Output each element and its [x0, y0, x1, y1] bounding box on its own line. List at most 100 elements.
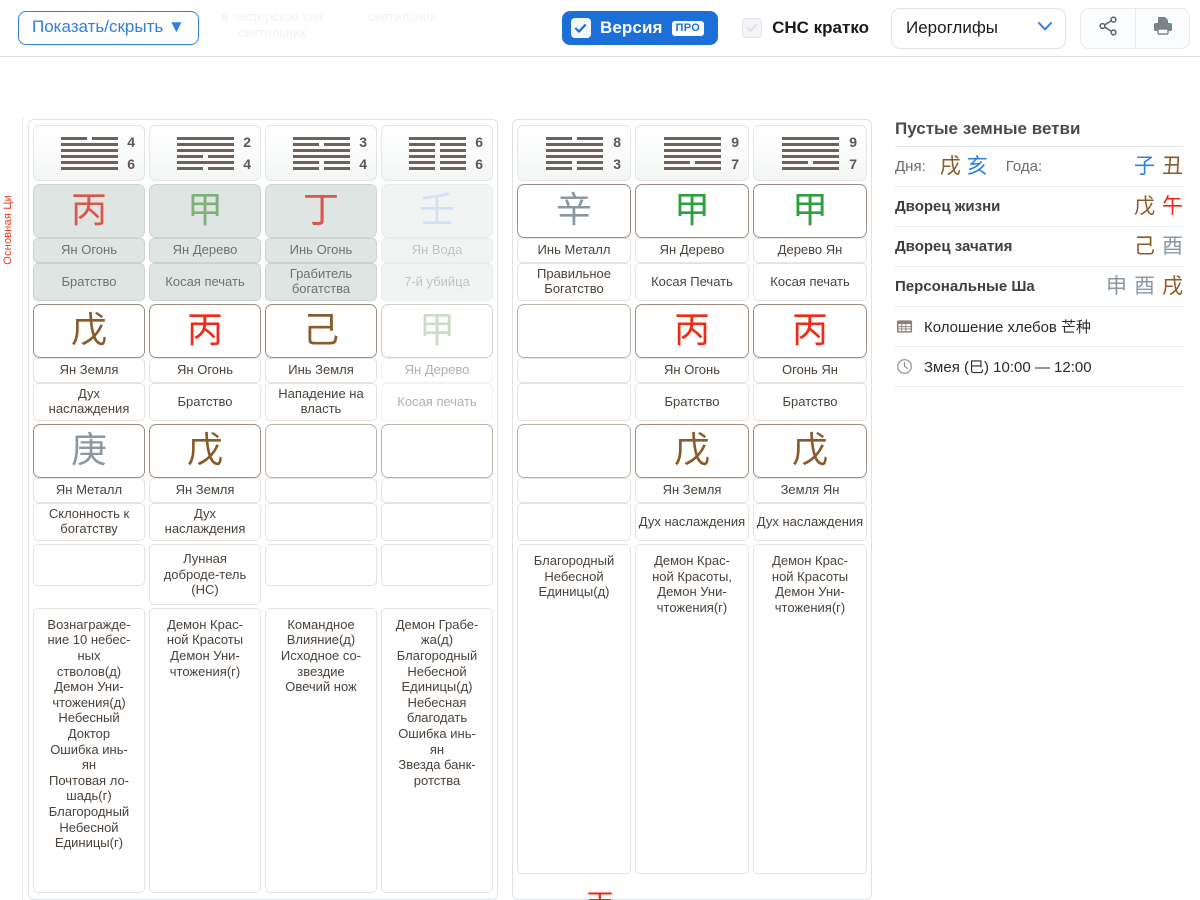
stem-character-cell[interactable]: 丁	[265, 184, 377, 238]
star-note-lines: Вознагражде-ние 10 небес-ных стволов(д) Де…	[47, 617, 130, 851]
pillar-column: 丙 Ян Огонь Братство	[149, 304, 261, 421]
hexagram-yin-line	[545, 166, 572, 170]
star-note-line: Единицы(г)	[54, 835, 124, 851]
stem-character-cell[interactable]: 丙	[33, 184, 145, 238]
stem-character-cell[interactable]: 丙	[753, 304, 867, 358]
stem-character-cell[interactable]: 戊	[753, 424, 867, 478]
stem-character-cell[interactable]: 庚	[33, 424, 145, 478]
star-note-column: Демон Крас-ной Красоты Демон Уни-чтожения…	[753, 544, 867, 874]
star-note-line: Благородный	[533, 553, 615, 568]
hexagram-line	[408, 154, 466, 158]
pillar-column: 辛 Инь Металл Правильное Богатство	[517, 184, 631, 301]
stem-row-3: 戊 Ян Земля Дух наслаждения 戊 Земля Ян Дух нас…	[517, 424, 867, 541]
hexagram-tile[interactable]: 66	[381, 125, 493, 181]
personal-sha-label: Персональные Ша	[895, 278, 1035, 295]
show-hide-button[interactable]: Показать/скрыть ▼	[18, 11, 199, 45]
hexagram-yin-line	[292, 166, 319, 170]
hexagram-yang-line	[60, 154, 118, 158]
hexagram-line	[292, 148, 350, 152]
small-note-row: Лунная доброде-тель (НС)	[33, 544, 493, 605]
hexagram-number-top: 2	[243, 134, 251, 150]
pillar-column: 壬 Ян Вода 7-й убийца	[381, 184, 493, 301]
year-branches: 子丑	[1134, 156, 1183, 177]
pillar-column: 戊 Ян Земля Дух наслаждения	[635, 424, 749, 541]
hexagram-yang-line	[292, 154, 350, 158]
pillar-column: 甲 Ян Дерево Косая печать	[381, 304, 493, 421]
relation-label-cell: Дух наслаждения	[149, 503, 261, 541]
hexagram-tile[interactable]: 34	[265, 125, 377, 181]
star-note-line: Демон Крас-	[772, 553, 848, 568]
star-note-line: Благородный	[396, 647, 478, 663]
hexagram-tile[interactable]: 97	[635, 125, 749, 181]
element-label-cell: Ян Огонь	[635, 358, 749, 383]
stem-character-cell[interactable]: 丙	[635, 304, 749, 358]
stem-character-cell[interactable]: 壬	[381, 184, 493, 238]
sns-short-label: СНС кратко	[772, 18, 869, 37]
hexagram-yin-line	[292, 160, 319, 164]
calendar-icon	[895, 317, 914, 336]
hexagram-yang-line	[60, 142, 118, 146]
stem-character-cell[interactable]	[517, 304, 631, 358]
element-label-cell: Ян Вода	[381, 238, 493, 263]
hexagram-yang-line	[663, 142, 721, 146]
hexagram-line	[408, 160, 466, 164]
hexagram-yin-line	[408, 142, 435, 146]
diagram-top-char-wrap: 丙 壬 丁	[470, 892, 730, 900]
hexagram-yin-line	[323, 160, 350, 164]
branch-character: 子	[1134, 154, 1155, 178]
stem-character-cell[interactable]: 戊	[635, 424, 749, 478]
stem-character: 己	[302, 310, 339, 351]
small-note-cell	[33, 544, 145, 586]
hexagram-yin-line	[439, 160, 466, 164]
stem-character-cell[interactable]: 己	[265, 304, 377, 358]
stem-character-cell[interactable]: 甲	[149, 184, 261, 238]
share-button[interactable]	[1080, 7, 1135, 49]
hexagram-line	[781, 142, 839, 146]
star-note-column: Вознагражде-ние 10 небес-ных стволов(д) Де…	[33, 607, 145, 893]
display-mode-select[interactable]: Иероглифы	[891, 7, 1066, 49]
sns-short-checkbox[interactable]: СНС кратко	[742, 18, 869, 38]
stem-character-cell[interactable]	[265, 424, 377, 478]
stem-character-cell[interactable]: 甲	[635, 184, 749, 238]
hexagram-row: 46243466	[33, 125, 493, 181]
hexagram-tile[interactable]: 97	[753, 125, 867, 181]
hexagram-tile[interactable]: 46	[33, 125, 145, 181]
star-note-line: Небесной	[59, 819, 119, 835]
star-note-line: жа(д)	[420, 632, 454, 648]
stem-character-cell[interactable]: 辛	[517, 184, 631, 238]
star-note-line: благодать	[406, 710, 468, 726]
star-note-cell: Демон Крас-ной Красоты Демон Уни-чтожения…	[149, 607, 261, 893]
hexagram-tile[interactable]: 24	[149, 125, 261, 181]
hexagram-tile[interactable]: 83	[517, 125, 631, 181]
stem-character-cell[interactable]: 甲	[381, 304, 493, 358]
star-note-lines: Командное Влияние(д) Исходное со-звездие Ов…	[281, 617, 361, 695]
hexagram-line	[781, 166, 839, 170]
star-note-line: Небесной	[544, 568, 604, 584]
stem-character-cell[interactable]: 戊	[33, 304, 145, 358]
star-note-line: Вознагражде-	[47, 616, 131, 632]
element-label-cell	[381, 478, 493, 503]
hexagram-yang-line	[176, 142, 234, 146]
stem-character-cell[interactable]	[517, 424, 631, 478]
stem-character-cell[interactable]: 丙	[149, 304, 261, 358]
star-note-line: Демон Уни-	[775, 584, 845, 600]
hexagram-yin-line	[408, 166, 435, 170]
relation-label-cell	[517, 503, 631, 541]
hexagram-yin-line	[176, 166, 203, 170]
star-note-lines: Демон Крас-ной Красоты, Демон Уни-чтожени…	[652, 553, 732, 615]
pro-version-toggle[interactable]: Версия ПРО	[561, 11, 719, 45]
star-note-line: Демон Грабе-	[395, 616, 479, 632]
print-button[interactable]	[1135, 7, 1190, 49]
stem-character-cell[interactable]	[381, 424, 493, 478]
hexagram-line	[663, 148, 721, 152]
day-label: Дня:	[895, 158, 926, 175]
hexagram-lines	[663, 136, 721, 170]
hexagram-yang-line	[663, 154, 721, 158]
hexagram-line	[781, 148, 839, 152]
hexagram-line	[60, 142, 118, 146]
hexagram-yang-line	[176, 148, 234, 152]
stem-character-cell[interactable]: 甲	[753, 184, 867, 238]
pillar-block-primary: 46243466 丙 Ян Огонь Братство 甲 Ян Дерево Коса…	[28, 119, 498, 900]
stem-character-cell[interactable]: 戊	[149, 424, 261, 478]
hexagram-yang-line	[663, 136, 721, 140]
